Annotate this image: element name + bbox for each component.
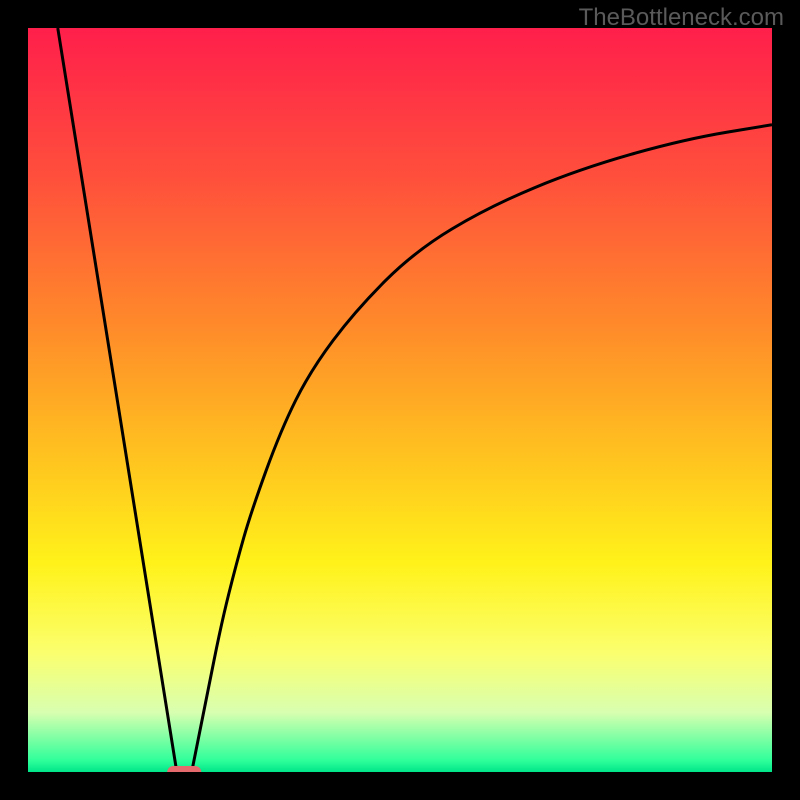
chart-frame [28, 28, 772, 772]
bottleneck-chart [28, 28, 772, 772]
watermark-text: TheBottleneck.com [579, 4, 784, 32]
minimum-marker [167, 766, 201, 772]
chart-background [28, 28, 772, 772]
